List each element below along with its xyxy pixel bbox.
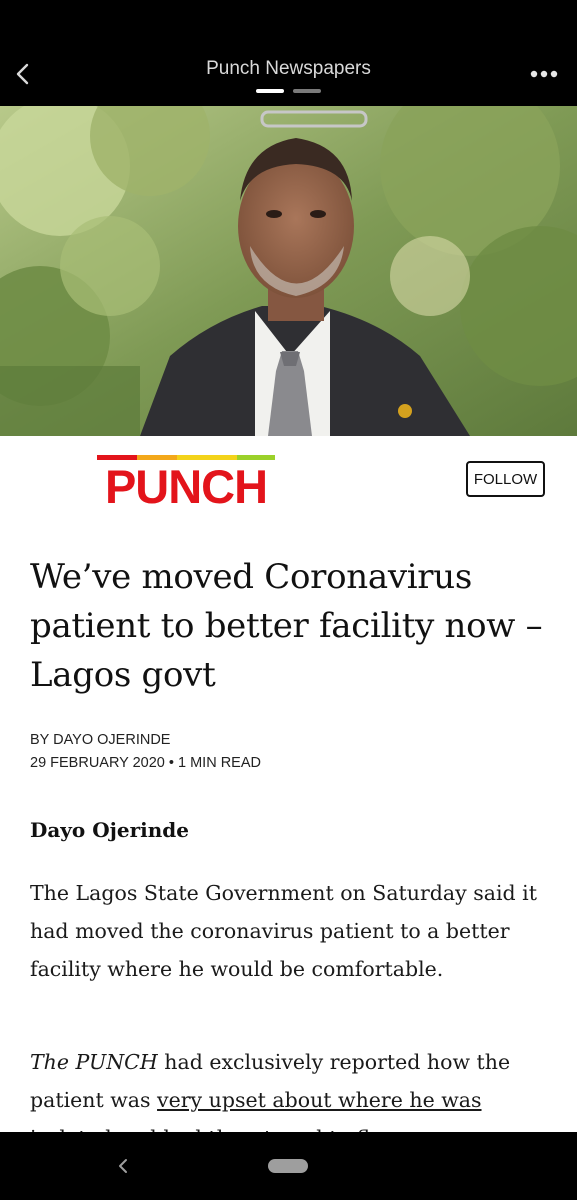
nav-back-icon[interactable]: [114, 1156, 134, 1176]
page-indicator: [256, 89, 322, 95]
page-indicator-inactive: [293, 89, 321, 93]
hero-image: [0, 106, 577, 436]
punch-logo: PUNCH: [97, 455, 275, 507]
article-paragraph-1: The Lagos State Government on Saturday s…: [30, 881, 537, 981]
publication-name: The PUNCH: [30, 1050, 158, 1074]
app-bar: Punch Newspapers: [0, 0, 577, 106]
article-title: We’ve moved Coronavirus patient to bette…: [30, 557, 543, 695]
article-meta: 29 FEBRUARY 2020 • 1 MIN READ: [30, 755, 261, 771]
nav-home-pill-icon[interactable]: [268, 1159, 308, 1173]
follow-button[interactable]: FOLLOW: [466, 461, 545, 497]
page-title: Punch Newspapers: [206, 58, 371, 79]
article-byline: BY DAYO OJERINDE: [30, 732, 171, 748]
article-inline-link[interactable]: very upset about where he was: [157, 1088, 481, 1112]
punch-logo-text: PUNCH: [105, 460, 267, 507]
more-horizontal-icon[interactable]: [529, 66, 559, 82]
system-nav-bar: [0, 1132, 577, 1200]
author-heading: Dayo Ojerinde: [30, 818, 189, 842]
page-indicator-active: [256, 89, 284, 93]
